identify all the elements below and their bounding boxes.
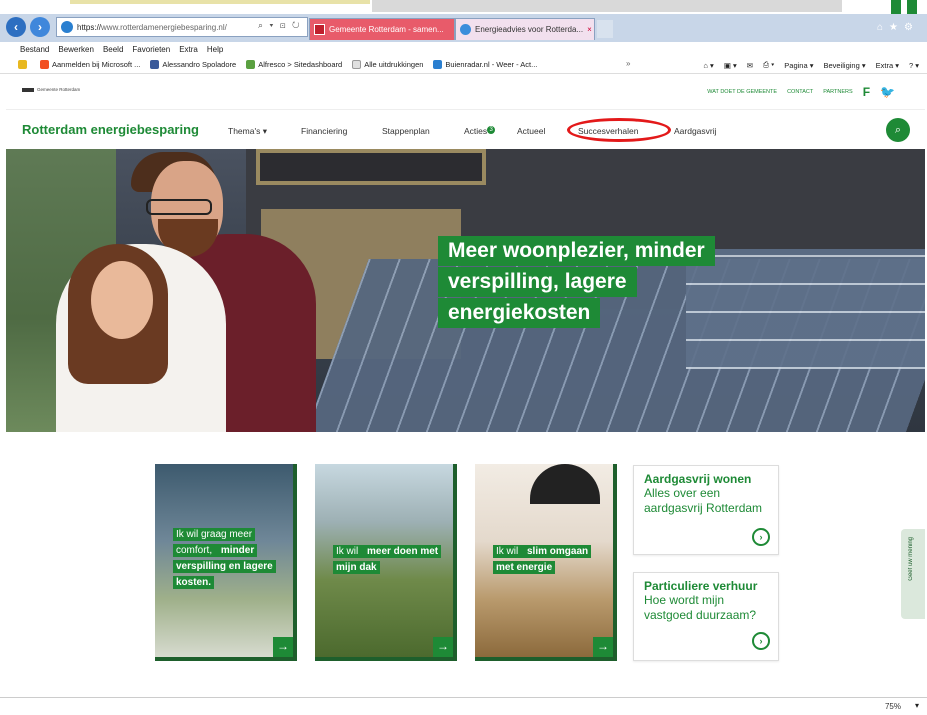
tab-label: Energieadvies voor Rotterda... [475,25,584,34]
util-link-gemeente[interactable]: WAT DOET DE GEMEENTE [707,89,777,95]
arrow-right-icon[interactable]: → [593,637,613,657]
nav-actueel[interactable]: Actueel [517,126,545,136]
twitter-icon[interactable]: 🐦 [880,85,895,99]
favorites-star-icon[interactable] [18,60,30,69]
nav-financiering[interactable]: Financiering [301,126,347,136]
gemeente-logo[interactable]: Gemeente Rotterdam [22,87,80,92]
site-brand[interactable]: Rotterdam energiebesparing [22,122,199,137]
alfresco-icon [246,60,256,69]
tile-lamp [530,464,600,504]
utility-bar: Gemeente Rotterdam WAT DOET DE GEMEENTE … [6,75,925,109]
top-stripe-bar [372,0,842,12]
tile-label: Ik wil slim omgaan met energie [493,544,605,576]
tile-energie[interactable]: Ik wil slim omgaan met energie → [475,464,617,661]
gemeente-logo-mark [22,87,34,92]
buienradar-icon [433,60,443,69]
window-icons[interactable]: ⌂★⚙ [877,22,919,33]
arrow-right-icon[interactable]: → [433,637,453,657]
tools-menu[interactable]: Extra ▾ [876,61,899,70]
chevron-right-icon[interactable]: › [752,632,770,650]
hero-headline: Meer woonplezier, minder verspilling, la… [438,236,798,329]
url-protocol: https:// [77,22,102,32]
zoom-dropdown-icon[interactable]: ▾ [915,701,919,710]
acties-badge: 3 [487,126,496,134]
menu-bar: Bestand Bewerken Beeld Favorieten Extra … [0,42,927,56]
hero-woman-face [91,261,153,339]
microsoft-icon [40,60,49,69]
arrow-right-icon[interactable]: → [273,637,293,657]
search-icon: ⌕ [894,124,902,136]
feedback-tab[interactable]: Geef uw mening [901,529,925,619]
feedback-label: Geef uw mening [908,537,914,581]
menu-bestand[interactable]: Bestand [20,45,49,54]
mail-icon[interactable]: ✉ [747,61,753,70]
utility-links: WAT DOET DE GEMEENTE CONTACT PARTNERS f … [707,85,895,99]
highlight-oval [567,118,671,142]
tile-label: Ik wil graag meer comfort, minder verspi… [173,527,283,591]
help-icon[interactable]: ? ▾ [909,61,919,70]
tab-favicon-icon [460,24,471,35]
page-icon [352,60,362,69]
menu-help[interactable]: Help [207,45,223,54]
search-button[interactable]: ⌕ [886,118,910,142]
tile-dak[interactable]: Ik wil meer doen met mijn dak → [315,464,457,661]
nav-stappenplan[interactable]: Stappenplan [382,126,430,136]
tab-energieadvies[interactable]: Energieadvies voor Rotterda... × [455,18,595,40]
forward-button[interactable]: › [30,17,50,37]
back-button[interactable]: ‹ [6,17,26,37]
security-menu[interactable]: Beveiliging ▾ [823,61,865,70]
menu-extra[interactable]: Extra [179,45,198,54]
zoom-level[interactable]: 75% [885,702,901,711]
nav-themas[interactable]: Thema's ▾ [228,126,267,137]
card-title: Particuliere verhuur [644,579,758,593]
fav-buienradar[interactable]: Buienradar.nl - Weer - Act... [433,60,537,69]
util-link-contact[interactable]: CONTACT [787,89,813,95]
card-aardgasvrij[interactable]: Aardgasvrij wonen Alles over een aardgas… [633,465,779,555]
tab-close-icon[interactable]: × [587,25,592,34]
tab-favicon-icon [314,24,325,35]
hero-window [256,149,486,185]
new-tab-button[interactable] [597,20,613,38]
chevron-right-icon[interactable]: › [752,528,770,546]
command-bar: ⌂ ▾ ▣ ▾ ✉ ⎙ ▾ Pagina ▾ Beveiliging ▾ Ext… [703,60,919,70]
home-icon[interactable]: ⌂ ▾ [703,61,713,70]
url-text: www.rotterdamenergiebesparing.nl/ [101,22,227,32]
hero-banner: Meer woonplezier, minder verspilling, la… [6,149,925,432]
menu-bewerken[interactable]: Bewerken [58,45,94,54]
card-title: Aardgasvrij wonen [644,472,752,486]
print-icon[interactable]: ⎙ ▾ [763,60,774,70]
card-particuliere-verhuur[interactable]: Particuliere verhuur Hoe wordt mijn vast… [633,572,779,661]
card-body: Alles over een aardgasvrij Rotterdam [644,486,763,515]
nav-aardgasvrij[interactable]: Aardgasvrij [674,126,717,136]
tab-gemeente[interactable]: Gemeente Rotterdam - samen... [309,18,455,40]
top-stripe [0,0,927,14]
menu-beeld[interactable]: Beeld [103,45,123,54]
fav-uitdrukkingen[interactable]: Alle uitdrukkingen [352,60,423,69]
webpage: Gemeente Rotterdam WAT DOET DE GEMEENTE … [6,75,925,695]
menu-favorieten[interactable]: Favorieten [132,45,170,54]
main-nav: Rotterdam energiebesparing Thema's ▾ Fin… [6,109,925,149]
tab-label: Gemeente Rotterdam - samen... [329,25,444,34]
headline-line-1: Meer woonplezier, minder [438,236,715,266]
facebook-icon[interactable]: f [863,85,870,99]
favorites-overflow-icon[interactable]: » [626,59,630,68]
fav-alfresco[interactable]: Alfresco > Sitedashboard [246,60,342,69]
ie-page-icon [61,21,73,33]
search-refresh-icons[interactable]: ⌕ ▾ ⊡ ↻ [258,20,302,31]
headline-line-2: verspilling, lagere [438,267,637,297]
tile-label: Ik wil meer doen met mijn dak [333,544,443,576]
feeds-icon[interactable]: ▣ ▾ [724,61,737,70]
page-menu[interactable]: Pagina ▾ [784,61,813,70]
tile-comfort[interactable]: Ik wil graag meer comfort, minder verspi… [155,464,297,661]
headline-line-3: energiekosten [438,298,601,328]
profile-icon [150,60,160,69]
fav-microsoft[interactable]: Aanmelden bij Microsoft ... [40,60,140,69]
card-body: Hoe wordt mijn vastgoed duurzaam? [644,593,757,622]
nav-acties[interactable]: Acties 3 [464,126,496,136]
status-bar: 75% ▾ [0,697,927,715]
top-stripe-accent [70,0,370,4]
fav-alessandro[interactable]: Alessandro Spoladore [150,60,236,69]
util-link-partners[interactable]: PARTNERS [823,89,852,95]
